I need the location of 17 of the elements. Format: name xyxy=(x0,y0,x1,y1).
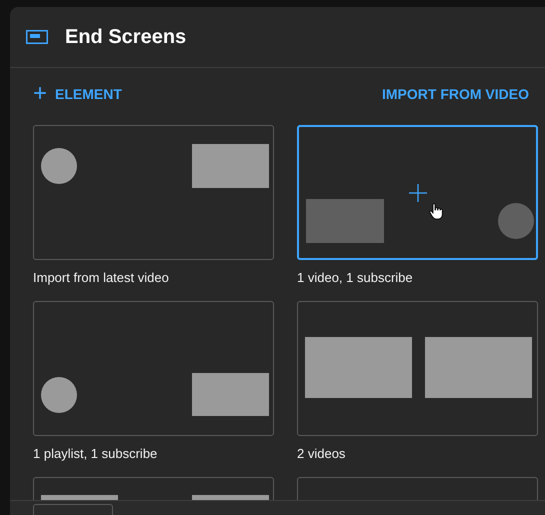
circle-placeholder xyxy=(41,377,77,413)
circle-placeholder xyxy=(498,203,534,239)
template-label: 1 video, 1 subscribe xyxy=(297,270,414,286)
circle-placeholder xyxy=(41,148,77,184)
template-card[interactable] xyxy=(297,125,538,260)
end-screen-icon xyxy=(26,30,48,44)
template-label: Import from latest video xyxy=(33,270,170,286)
template-label: 2 videos xyxy=(297,446,346,462)
add-element-button[interactable]: + ELEMENT xyxy=(33,85,122,103)
import-from-video-button[interactable]: IMPORT FROM VIDEO xyxy=(382,86,529,102)
plus-icon xyxy=(409,184,427,202)
template-card[interactable] xyxy=(33,125,274,260)
pointer-hand-icon xyxy=(429,203,443,220)
template-card[interactable] xyxy=(297,301,538,436)
dialog-title: End Screens xyxy=(65,26,186,48)
template-card[interactable] xyxy=(33,301,274,436)
template-label: 1 playlist, 1 subscribe xyxy=(33,446,158,462)
